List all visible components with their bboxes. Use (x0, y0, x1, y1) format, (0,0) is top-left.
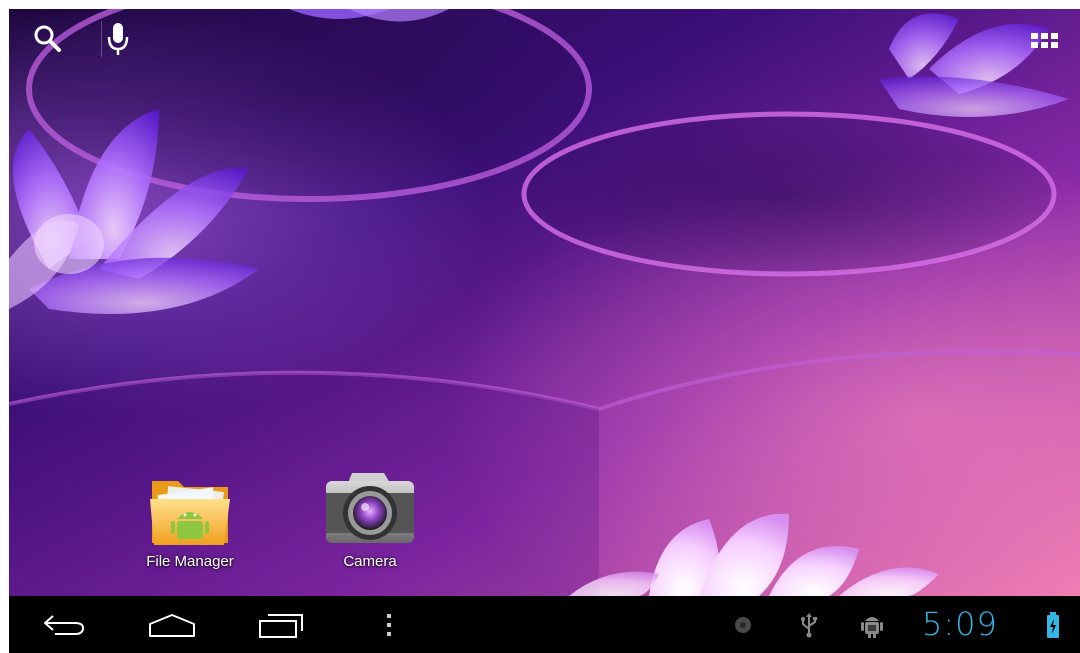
all-apps-grid-icon (1031, 33, 1058, 48)
android-debug-status[interactable] (857, 596, 887, 653)
status-clock[interactable]: 5:09 (922, 604, 998, 644)
app-label: File Manager (146, 553, 234, 570)
usb-icon (801, 612, 817, 637)
all-apps-button[interactable] (1027, 29, 1063, 59)
recent-apps-icon (259, 613, 303, 638)
battery-charging-icon (1047, 611, 1059, 638)
android-screen: File Manager Camera 5:09 (0, 0, 1080, 653)
search-icon (34, 25, 61, 52)
search-divider (101, 21, 102, 57)
android-debug-icon (861, 616, 883, 638)
menu-button[interactable] (369, 596, 409, 653)
voice-search-button[interactable] (106, 19, 130, 59)
home-button[interactable] (137, 596, 207, 653)
back-button[interactable] (29, 596, 99, 653)
microphone-icon (107, 23, 129, 55)
app-file-manager[interactable]: File Manager (125, 471, 255, 570)
menu-overflow-icon (387, 613, 391, 636)
home-icon (149, 613, 195, 637)
app-camera[interactable]: Camera (305, 465, 435, 570)
usb-status[interactable] (795, 596, 823, 653)
search-button[interactable] (29, 21, 69, 57)
camera-icon (326, 473, 414, 543)
folder-android-icon (150, 481, 230, 545)
notification-dot-icon (735, 616, 751, 633)
recent-apps-button[interactable] (246, 596, 316, 653)
app-label: Camera (343, 553, 397, 570)
back-icon (44, 614, 85, 635)
home-screen: File Manager Camera (9, 9, 1080, 596)
battery-status[interactable] (1041, 596, 1065, 653)
notification-dot[interactable] (729, 596, 757, 653)
system-bar: 5:09 (9, 596, 1080, 653)
